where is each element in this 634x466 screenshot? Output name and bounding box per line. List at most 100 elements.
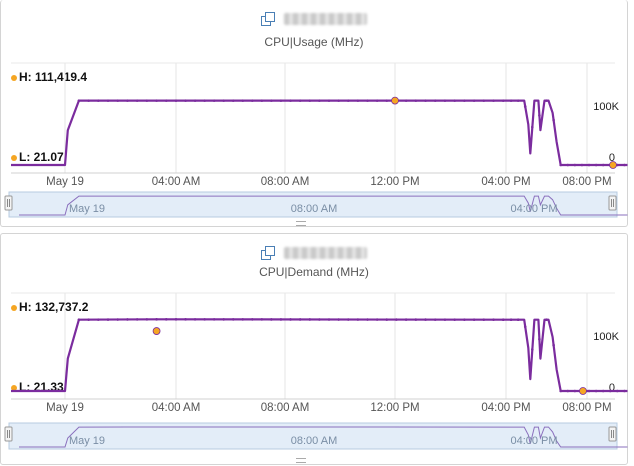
data-point xyxy=(289,99,292,102)
data-point xyxy=(298,318,302,321)
data-point xyxy=(516,318,520,322)
data-point xyxy=(404,99,408,102)
resize-handle[interactable] xyxy=(296,458,306,463)
navigator-handle-right[interactable] xyxy=(608,426,617,442)
data-point xyxy=(356,318,360,321)
data-point xyxy=(573,389,577,393)
data-point xyxy=(327,99,331,102)
data-point xyxy=(356,99,360,102)
data-point xyxy=(375,99,379,102)
x-tick-label: 08:00 PM xyxy=(562,402,611,414)
data-point xyxy=(106,99,110,102)
data-point xyxy=(559,389,562,393)
data-point xyxy=(509,318,513,322)
navigator-tick-label: 04:00 PM xyxy=(510,203,557,215)
data-point xyxy=(587,389,591,393)
data-point xyxy=(414,318,418,321)
low-point-marker xyxy=(609,161,617,169)
data-point xyxy=(135,99,139,102)
data-point xyxy=(566,389,570,393)
data-point xyxy=(346,318,350,321)
data-point xyxy=(184,99,187,102)
data-point xyxy=(279,318,283,321)
data-point xyxy=(203,99,206,102)
data-point xyxy=(414,99,418,102)
resize-handle[interactable] xyxy=(296,221,306,226)
data-point xyxy=(566,163,570,167)
data-point xyxy=(87,318,90,321)
data-point xyxy=(608,389,612,393)
data-point xyxy=(395,318,398,321)
data-point xyxy=(443,318,447,321)
line-chart[interactable]: May 19 04:00 AM 08:00 AM 12:00 PM 04:00 PM 08… xyxy=(1,234,628,464)
x-tick-label: 12:00 PM xyxy=(370,402,419,414)
data-point xyxy=(212,99,216,102)
x-tick-label: 04:00 AM xyxy=(152,402,201,414)
x-tick-label: 08:00 AM xyxy=(261,402,310,414)
data-point xyxy=(601,163,605,167)
data-point xyxy=(463,318,466,321)
high-point-marker xyxy=(152,327,161,335)
data-point xyxy=(531,125,534,129)
navigator-handle-right[interactable] xyxy=(608,195,617,211)
data-point xyxy=(155,99,158,102)
data-point xyxy=(97,318,100,321)
data-point xyxy=(135,318,139,321)
line-chart[interactable]: May 19 04:00 AM 08:00 AM 12:00 PM 04:00 PM 08… xyxy=(1,0,628,226)
data-point xyxy=(453,318,456,321)
data-point xyxy=(482,99,486,102)
x-tick-label: 04:00 PM xyxy=(481,402,530,414)
data-point xyxy=(251,99,254,102)
data-point xyxy=(193,318,197,321)
high-point-marker xyxy=(391,96,399,105)
data-point xyxy=(289,318,292,321)
navigator-tick-label: 08:00 AM xyxy=(291,203,337,215)
data-point xyxy=(270,318,273,321)
data-point xyxy=(318,99,321,102)
data-point xyxy=(531,348,534,351)
data-point xyxy=(193,99,197,102)
data-point xyxy=(126,318,129,321)
data-point xyxy=(375,318,379,321)
navigator-tick-label: 04:00 PM xyxy=(510,435,557,447)
x-tick-label: May 19 xyxy=(46,176,84,188)
data-point xyxy=(552,343,555,347)
series-line xyxy=(11,318,628,393)
data-point xyxy=(559,163,562,167)
data-point xyxy=(587,163,591,167)
data-point xyxy=(492,99,495,102)
data-point xyxy=(366,318,369,321)
navigator-tick-label: May 19 xyxy=(69,435,105,447)
data-point xyxy=(97,99,100,102)
navigator-handle-left[interactable] xyxy=(4,195,13,211)
data-point xyxy=(623,163,626,167)
data-point xyxy=(327,318,331,321)
data-point xyxy=(594,389,598,393)
data-point xyxy=(453,99,456,102)
data-point xyxy=(523,325,527,329)
data-point xyxy=(545,318,548,322)
chart-panel-cpu-usage: vcenter-host-01 CPU|Usage (MHz) H: 111,4… xyxy=(0,0,628,227)
data-point xyxy=(318,318,321,321)
data-point xyxy=(164,99,168,102)
data-point xyxy=(87,99,90,102)
data-point xyxy=(164,318,168,321)
data-point xyxy=(580,163,584,167)
data-point xyxy=(482,318,486,321)
data-point xyxy=(433,99,437,102)
x-tick-label: 04:00 PM xyxy=(481,176,530,188)
data-point xyxy=(308,99,312,102)
data-point xyxy=(366,99,369,102)
navigator-handle-left[interactable] xyxy=(4,426,13,442)
data-point xyxy=(501,99,505,102)
data-point xyxy=(623,389,626,393)
data-point xyxy=(298,99,302,102)
data-point xyxy=(337,99,340,102)
data-point xyxy=(385,99,389,102)
data-point xyxy=(279,99,283,102)
data-point xyxy=(337,318,340,321)
data-point xyxy=(523,105,527,108)
data-point xyxy=(77,318,81,322)
data-point xyxy=(116,318,120,321)
data-point xyxy=(509,99,513,102)
